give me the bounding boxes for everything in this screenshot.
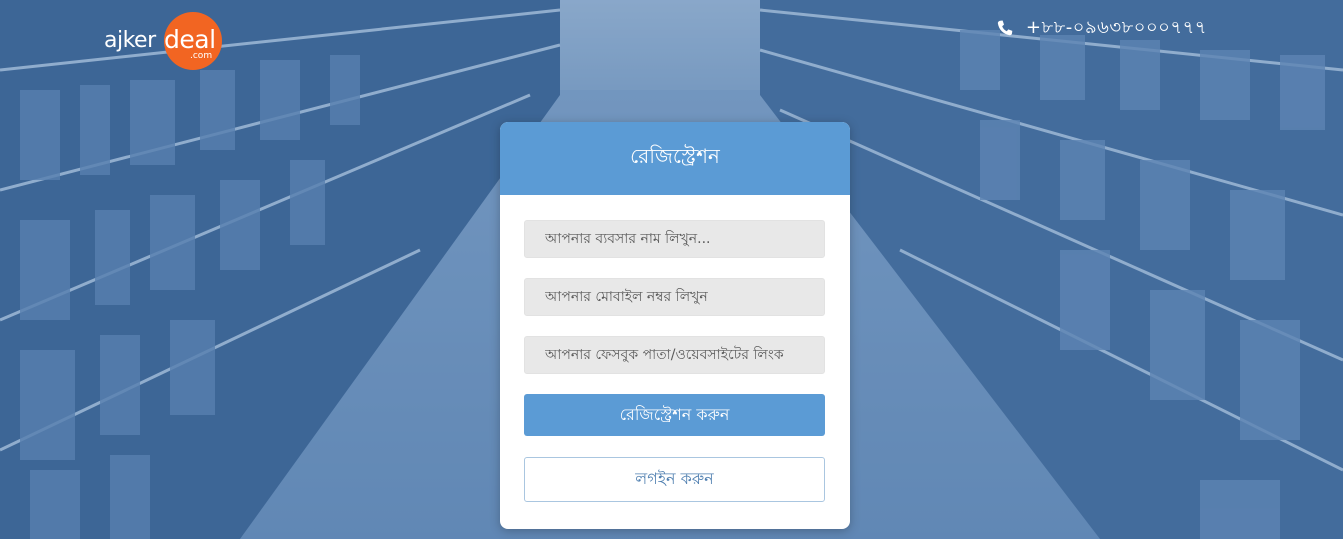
brand-logo[interactable]: ajker deal .com: [104, 12, 229, 74]
register-button[interactable]: রেজিস্ট্রেশন করুন: [524, 394, 825, 436]
contact-phone[interactable]: +৮৮-০৯৬৩৮০০০৭৭৭: [997, 13, 1207, 44]
logo-accent-text: deal: [164, 25, 216, 54]
card-header: রেজিস্ট্রেশন: [500, 122, 850, 195]
login-button[interactable]: লগইন করুন: [524, 457, 825, 502]
logo-text: ajker: [104, 28, 156, 53]
facebook-link-input[interactable]: [524, 336, 825, 374]
mobile-number-input[interactable]: [524, 278, 825, 316]
registration-page: ajker deal .com +৮৮-০৯৬৩৮০০০৭৭৭ রেজিস্ট্…: [0, 0, 1343, 539]
logo-suffix: .com: [190, 51, 213, 61]
phone-number: +৮৮-০৯৬৩৮০০০৭৭৭: [1025, 17, 1207, 38]
form-title: রেজিস্ট্রেশন: [630, 144, 720, 168]
registration-form: রেজিস্ট্রেশন করুন লগইন করুন: [500, 195, 850, 502]
registration-card: রেজিস্ট্রেশন রেজিস্ট্রেশন করুন লগইন করুন: [500, 122, 850, 529]
business-name-input[interactable]: [524, 220, 825, 258]
phone-icon: [997, 20, 1013, 35]
